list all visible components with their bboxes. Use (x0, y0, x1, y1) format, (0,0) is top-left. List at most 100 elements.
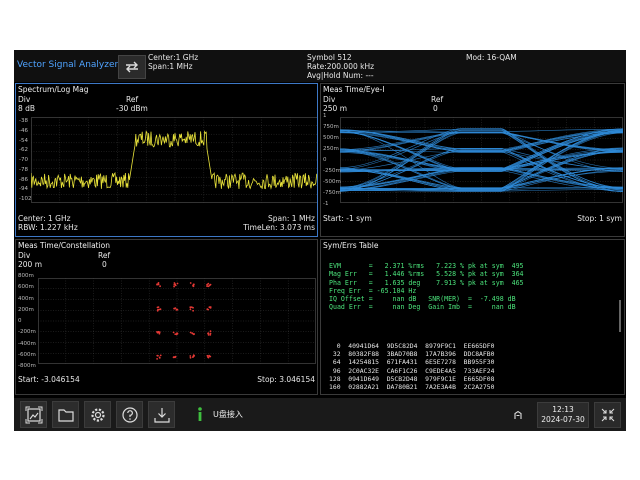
y-tick-label: -62 (19, 147, 28, 154)
y-tick-label: -94 (19, 186, 28, 193)
keyboard-lock-icon (514, 410, 522, 419)
y-tick-label: -54 (19, 137, 28, 144)
eye-plot[interactable] (340, 117, 623, 203)
ref-label: Ref (431, 95, 444, 104)
panel-title: Sym/Errs Table (323, 241, 379, 250)
spectrum-panel[interactable]: Spectrum/Log Mag Div 8 dB Ref -30 dBm Ce… (15, 83, 318, 237)
error-metrics: EVM = 2.371 %rms 7.223 % pk at sym 495 M… (329, 262, 524, 312)
folder-icon (57, 408, 74, 422)
constellation-point (189, 331, 192, 334)
div-label: Div (323, 95, 336, 104)
y-tick-label: -46 (19, 127, 28, 134)
constellation-point (207, 332, 210, 334)
constellation-point (189, 355, 192, 357)
y-tick-label: 0 (323, 157, 327, 163)
y-tick-label: -1 (323, 201, 329, 207)
folder-button[interactable] (52, 401, 79, 428)
panel-title: Spectrum/Log Mag (18, 85, 89, 94)
y-tick-label: -200m (18, 329, 36, 336)
constellation-point (174, 333, 177, 335)
constellation-start: Start: -3.046154 (18, 375, 80, 384)
constellation-point (208, 306, 211, 308)
spectrum-plot[interactable] (31, 117, 318, 203)
help-button[interactable] (116, 401, 143, 428)
y-tick-label: -800m (18, 363, 36, 369)
constellation-point (157, 306, 160, 308)
header-symbol: Symbol 512 (307, 53, 352, 62)
symerr-panel[interactable]: Sym/Errs Table EVM = 2.371 %rms 7.223 % … (320, 239, 625, 395)
app-title: Vector Signal Analyzer (17, 60, 119, 70)
ref-value: 0 (102, 260, 107, 269)
panel-title: Meas Time/Constellation (18, 241, 111, 250)
eye-panel[interactable]: Meas Time/Eye-I Div 250 m Ref 0 Start: -… (320, 83, 625, 237)
constellation-point (189, 282, 192, 284)
constellation-plot[interactable] (38, 278, 316, 364)
y-tick-label: -78 (19, 166, 28, 173)
div-value: 8 dB (18, 104, 36, 113)
clock: 12:13 2024-07-30 (537, 402, 589, 428)
spectrum-timelen: TimeLen: 3.073 ms (243, 223, 315, 232)
y-tick-label: -500m (323, 179, 341, 185)
settings-button[interactable] (84, 401, 111, 428)
constellation-point (174, 284, 177, 287)
div-label: Div (18, 95, 31, 104)
fullscreen-button[interactable] (594, 402, 621, 428)
constellation-point (193, 283, 195, 286)
y-tick-label: 250m (323, 146, 339, 152)
constellation-point (189, 308, 192, 311)
eye-stop: Stop: 1 sym (577, 214, 622, 223)
swap-icon (126, 61, 138, 73)
constellation-panel[interactable]: Meas Time/Constellation Div 200 m Ref 0 … (15, 239, 318, 395)
ref-value: -30 dBm (116, 104, 148, 113)
scrollbar[interactable] (619, 300, 621, 332)
header-mod: Mod: 16-QAM (466, 53, 517, 62)
ref-label: Ref (98, 251, 111, 260)
div-value: 200 m (18, 260, 43, 269)
constellation-point (209, 334, 212, 336)
constellation-point (192, 309, 195, 312)
constellation-point (156, 331, 158, 333)
y-tick-label: -70 (19, 157, 28, 163)
header-avg: Avg|Hold Num: --- (307, 71, 374, 80)
constellation-point (206, 285, 209, 288)
constellation-point (173, 356, 176, 359)
top-bar: Vector Signal Analyzer Center:1 GHz Span… (14, 50, 626, 82)
save-button[interactable] (148, 401, 175, 428)
constellation-point (159, 308, 162, 311)
constellation-point (159, 285, 161, 288)
y-tick-label: 400m (18, 295, 34, 302)
constellation-point (173, 282, 176, 284)
clock-date: 2024-07-30 (541, 415, 585, 424)
info-icon (196, 406, 204, 422)
header-rate: Rate:200.000 kHz (307, 62, 375, 71)
constellation-point (157, 354, 159, 357)
constellation-point (207, 282, 210, 285)
screenshot-button[interactable] (20, 401, 47, 428)
constellation-point (206, 308, 209, 311)
swap-button[interactable] (118, 55, 146, 79)
collapse-arrows-icon (601, 408, 614, 422)
y-tick-label: -38 (19, 118, 28, 124)
y-tick-label: 0 (18, 318, 22, 324)
constellation-point (156, 283, 158, 286)
keyboard-button[interactable] (505, 403, 531, 427)
constellation-point (192, 306, 194, 309)
y-tick-label: 200m (18, 306, 34, 313)
constellation-point (193, 333, 196, 335)
constellation-point (176, 282, 179, 285)
y-tick-label: 800m (18, 273, 34, 279)
y-tick-label: 500m (323, 135, 339, 141)
y-tick-label: -750m (323, 190, 341, 196)
symbol-table: 0 40941D64 9D5C82D4 8979F9C1 EE665DF0 32… (329, 342, 495, 392)
constellation-stop: Stop: 3.046154 (257, 375, 315, 384)
y-tick-label: 1 (323, 113, 327, 119)
constellation-point (207, 334, 210, 336)
spectrum-span: Span: 1 MHz (268, 214, 315, 223)
spectrum-rbw: RBW: 1.227 kHz (18, 223, 78, 232)
spectrum-center: Center: 1 GHz (18, 214, 71, 223)
constellation-point (189, 356, 192, 359)
constellation-point (175, 308, 178, 311)
constellation-point (173, 307, 176, 310)
constellation-point (158, 356, 161, 359)
header-span: Span:1 MHz (148, 62, 193, 71)
